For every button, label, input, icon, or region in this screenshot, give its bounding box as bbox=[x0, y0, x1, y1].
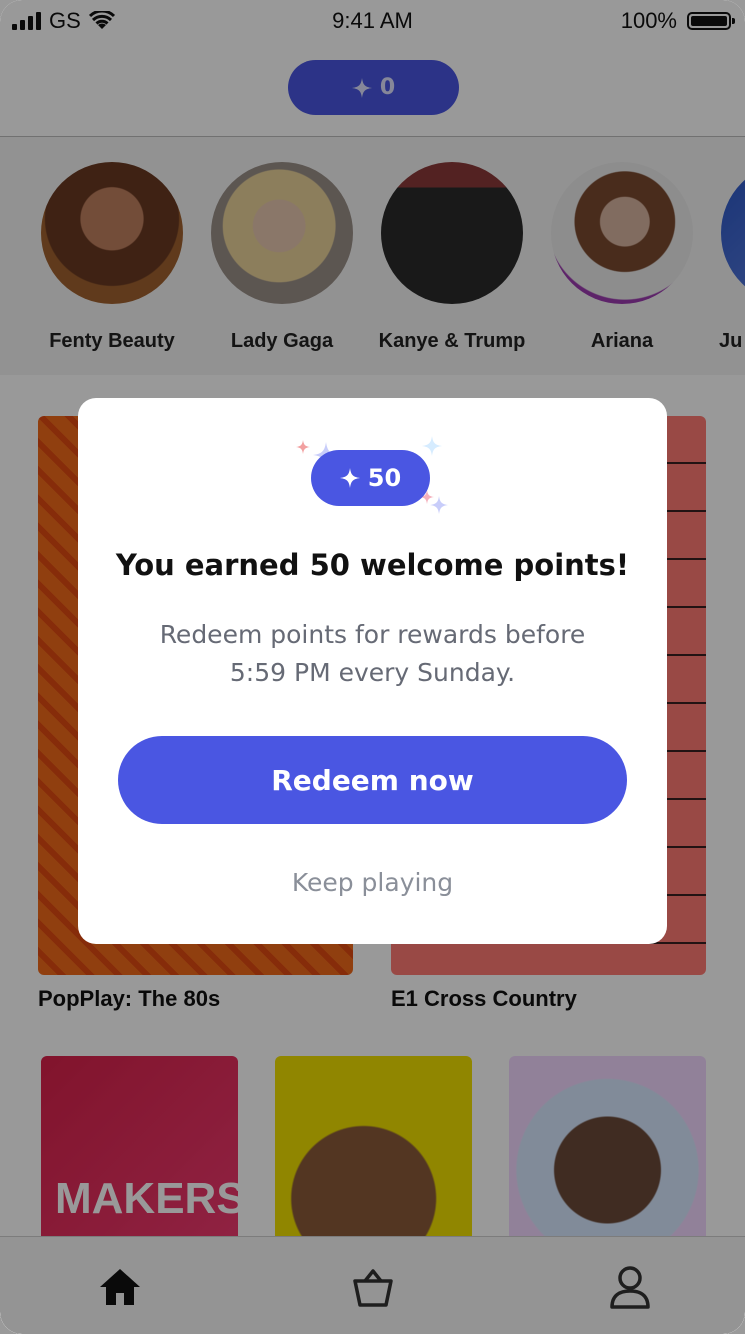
sparkle-icon bbox=[430, 496, 448, 514]
sparkle-icon bbox=[296, 440, 310, 454]
welcome-points-modal: 50 You earned 50 welcome points! Redeem … bbox=[78, 398, 667, 944]
modal-title: You earned 50 welcome points! bbox=[115, 548, 630, 582]
keep-playing-link[interactable]: Keep playing bbox=[78, 868, 667, 897]
points-badge-value: 50 bbox=[367, 464, 402, 492]
modal-description: Redeem points for rewards before 5:59 PM… bbox=[159, 620, 586, 687]
app-screen: GS 9:41 AM 100% 0 Fenty Beauty Lady Gaga… bbox=[0, 0, 745, 1334]
points-badge: 50 bbox=[311, 450, 430, 506]
sparkle-icon bbox=[422, 436, 442, 456]
sparkle-icon bbox=[339, 468, 360, 488]
redeem-now-button[interactable]: Redeem now bbox=[118, 736, 627, 824]
